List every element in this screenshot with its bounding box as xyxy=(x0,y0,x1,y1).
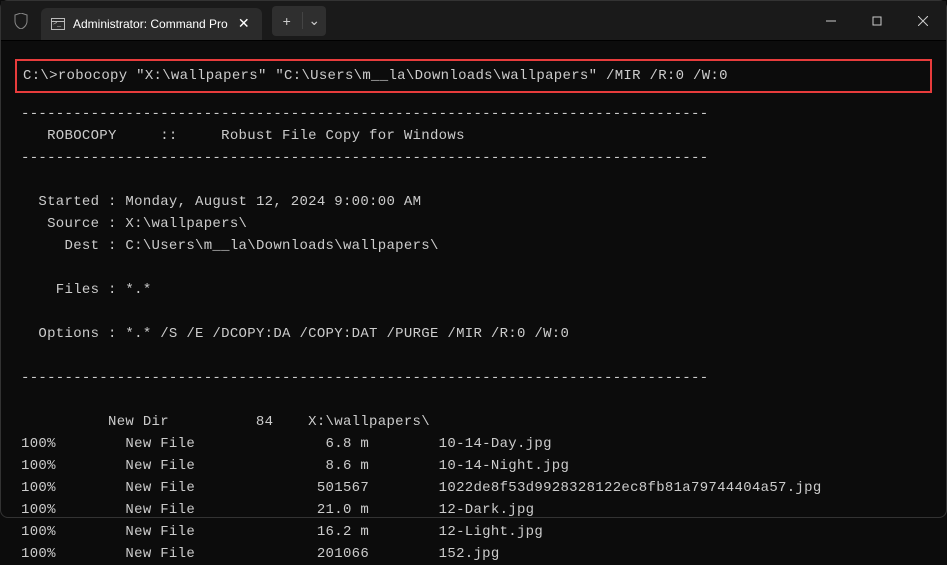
options-row: Options : *.* /S /E /DCOPY:DA /COPY:DAT … xyxy=(21,323,926,345)
tab-title: Administrator: Command Pro xyxy=(73,17,228,31)
file-row: 100% New File 8.6 m 10-14-Night.jpg xyxy=(21,455,926,477)
command-text: robocopy "X:\wallpapers" "C:\Users\m__la… xyxy=(58,68,728,84)
command-highlight: C:\>robocopy "X:\wallpapers" "C:\Users\m… xyxy=(15,59,932,93)
active-tab[interactable]: Administrator: Command Pro ✕ xyxy=(41,8,262,40)
terminal-output[interactable]: C:\>robocopy "X:\wallpapers" "C:\Users\m… xyxy=(1,41,946,565)
blank-line-1 xyxy=(21,169,926,191)
close-tab-button[interactable]: ✕ xyxy=(236,16,252,32)
shield-icon xyxy=(1,13,41,29)
output-content: ----------------------------------------… xyxy=(1,103,946,565)
close-button[interactable] xyxy=(900,1,946,40)
divider-mid: ----------------------------------------… xyxy=(21,147,926,169)
minimize-button[interactable] xyxy=(808,1,854,40)
dir-row: New Dir 84 X:\wallpapers\ xyxy=(21,411,926,433)
divider-top: ----------------------------------------… xyxy=(21,103,926,125)
started-row: Started : Monday, August 12, 2024 9:00:0… xyxy=(21,191,926,213)
command-line: C:\>robocopy "X:\wallpapers" "C:\Users\m… xyxy=(23,65,924,87)
titlebar: Administrator: Command Pro ✕ + ⌄ xyxy=(1,1,946,41)
blank-line-5 xyxy=(21,389,926,411)
file-row: 100% New File 501567 1022de8f53d99283281… xyxy=(21,477,926,499)
blank-line-3 xyxy=(21,301,926,323)
blank-line-4 xyxy=(21,345,926,367)
dest-row: Dest : C:\Users\m__la\Downloads\wallpape… xyxy=(21,235,926,257)
blank-line-2 xyxy=(21,257,926,279)
terminal-icon xyxy=(51,18,65,30)
source-row: Source : X:\wallpapers\ xyxy=(21,213,926,235)
files-row: Files : *.* xyxy=(21,279,926,301)
prompt: C:\> xyxy=(23,68,58,84)
titlebar-left: Administrator: Command Pro ✕ + ⌄ xyxy=(1,1,808,40)
divider-bottom: ----------------------------------------… xyxy=(21,367,926,389)
maximize-button[interactable] xyxy=(854,1,900,40)
file-row: 100% New File 6.8 m 10-14-Day.jpg xyxy=(21,433,926,455)
window-controls xyxy=(808,1,946,40)
new-tab-button[interactable]: + xyxy=(272,13,302,29)
tab-dropdown-button[interactable]: ⌄ xyxy=(302,12,326,29)
banner: ROBOCOPY :: Robust File Copy for Windows xyxy=(21,125,926,147)
file-row: 100% New File 16.2 m 12-Light.jpg xyxy=(21,521,926,543)
new-tab-group: + ⌄ xyxy=(272,6,326,36)
file-row: 100% New File 201066 152.jpg xyxy=(21,543,926,565)
